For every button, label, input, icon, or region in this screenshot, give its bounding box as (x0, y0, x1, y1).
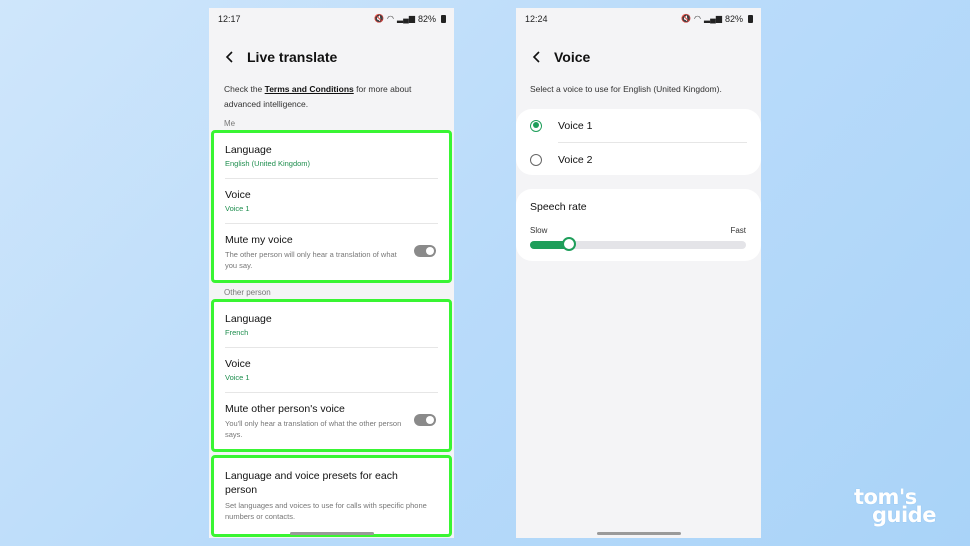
signal-icon: ▂▄▆ (397, 14, 415, 23)
fast-label: Fast (730, 226, 746, 235)
mute-other-voice-toggle[interactable] (414, 414, 436, 426)
back-arrow-icon[interactable] (223, 50, 237, 64)
presets-card[interactable]: Language and voice presets for each pers… (211, 455, 452, 537)
row-title: Mute other person's voice (225, 403, 345, 415)
speech-rate-card: Speech rate Slow Fast (516, 189, 761, 261)
battery-level: 82% (724, 14, 743, 24)
voice-option-label: Voice 2 (558, 153, 593, 166)
live-translate-screen: 12:17 🔇 ◠ ▂▄▆ 82% Live translate Check t… (209, 8, 454, 538)
me-settings-card: Language English (United Kingdom) Voice … (211, 130, 452, 283)
row-description: The other person will only hear a transl… (225, 250, 397, 270)
battery-level: 82% (417, 14, 436, 24)
other-person-settings-card: Language French Voice Voice 1 Mute other… (211, 299, 452, 452)
mute-icon: 🔇 (681, 14, 692, 23)
row-title: Language and voice presets for each pers… (225, 470, 398, 496)
row-value: French (225, 328, 249, 337)
status-time: 12:24 (525, 14, 548, 24)
section-label-me: Me (224, 119, 236, 128)
radio-selected-icon[interactable] (530, 119, 542, 132)
mute-my-voice-toggle[interactable] (414, 245, 436, 257)
toms-guide-logo: tom's guide (854, 485, 936, 527)
row-title: Language (225, 144, 272, 156)
row-value: English (United Kingdom) (225, 159, 311, 168)
signal-icon: ▂▄▆ (704, 14, 722, 23)
app-bar: Voice (516, 32, 761, 82)
terms-link[interactable]: Terms and Conditions (265, 84, 354, 94)
row-title: Voice (225, 358, 251, 370)
section-label-other-person: Other person (224, 288, 271, 297)
row-description: You'll only hear a translation of what t… (225, 419, 402, 439)
slider-thumb[interactable] (561, 237, 576, 251)
wifi-icon: ◠ (694, 14, 701, 23)
row-title: Mute my voice (225, 234, 293, 246)
voice-screen: 12:24 🔇 ◠ ▂▄▆ 82% Voice Select a voice t… (516, 8, 761, 538)
row-value: Voice 1 (225, 204, 250, 213)
home-indicator (596, 532, 681, 535)
me-language-row[interactable]: Language English (United Kingdom) (213, 132, 450, 178)
row-description: Set languages and voices to use for call… (225, 501, 427, 521)
voice-option-1[interactable]: Voice 1 (516, 109, 761, 142)
mute-other-voice-row[interactable]: Mute other person's voice You'll only he… (213, 393, 450, 451)
status-icons: 🔇 ◠ ▂▄▆ 82% (374, 14, 446, 24)
back-arrow-icon[interactable] (530, 50, 544, 64)
row-title: Voice (225, 189, 251, 201)
voice-option-label: Voice 1 (558, 119, 593, 132)
battery-icon (441, 15, 446, 23)
other-voice-row[interactable]: Voice Voice 1 (213, 348, 450, 392)
terms-intro: Check the Terms and Conditions for more … (224, 84, 412, 109)
page-title: Voice (554, 49, 591, 65)
speech-rate-title: Speech rate (530, 201, 587, 213)
home-indicator (289, 532, 374, 535)
mute-my-voice-row[interactable]: Mute my voice The other person will only… (213, 224, 450, 282)
row-title: Language (225, 313, 272, 325)
voice-options-card: Voice 1 Voice 2 (516, 109, 761, 175)
speech-rate-slider[interactable] (530, 237, 746, 251)
slow-label: Slow (530, 226, 548, 235)
row-value: Voice 1 (225, 373, 250, 382)
status-icons: 🔇 ◠ ▂▄▆ 82% (681, 14, 753, 24)
other-language-row[interactable]: Language French (213, 301, 450, 347)
me-voice-row[interactable]: Voice Voice 1 (213, 179, 450, 223)
mute-icon: 🔇 (374, 14, 385, 23)
radio-unselected-icon[interactable] (530, 153, 542, 166)
battery-icon (748, 15, 753, 23)
presets-row[interactable]: Language and voice presets for each pers… (213, 457, 450, 522)
app-bar: Live translate (209, 32, 454, 82)
status-bar: 12:24 🔇 ◠ ▂▄▆ 82% (516, 8, 761, 30)
status-bar: 12:17 🔇 ◠ ▂▄▆ 82% (209, 8, 454, 30)
voice-intro: Select a voice to use for English (Unite… (530, 84, 722, 94)
wifi-icon: ◠ (387, 14, 394, 23)
status-time: 12:17 (218, 14, 241, 24)
voice-option-2[interactable]: Voice 2 (516, 143, 761, 176)
page-title: Live translate (247, 49, 338, 65)
